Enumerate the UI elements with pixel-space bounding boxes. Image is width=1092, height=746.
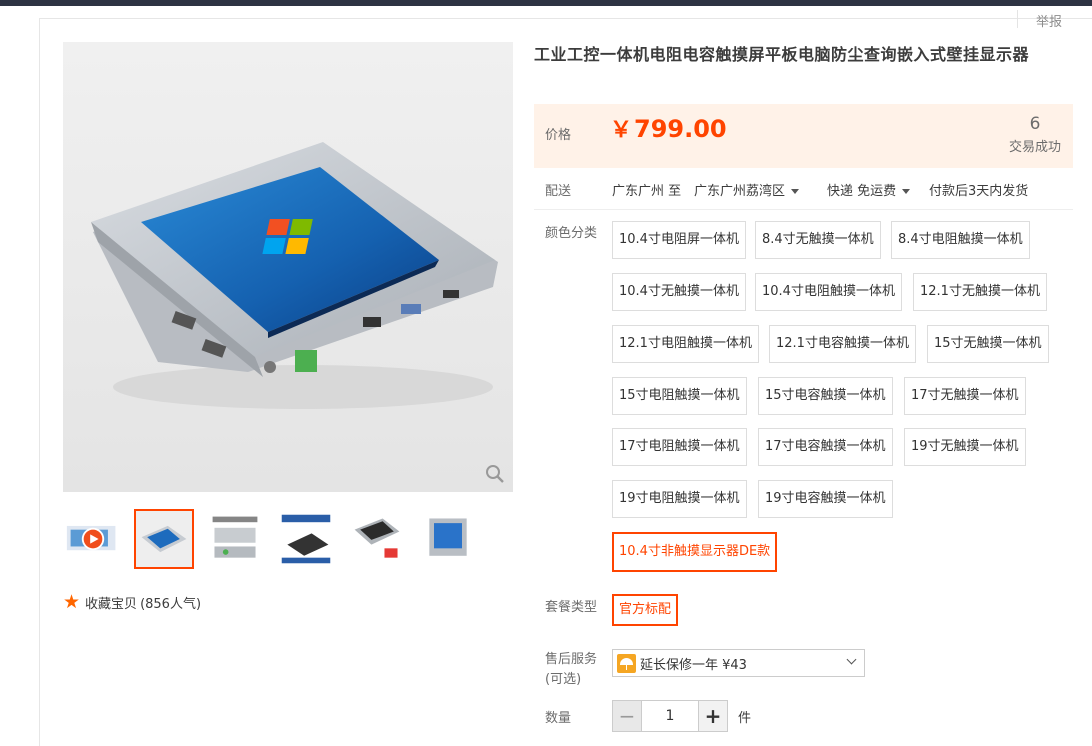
caret-down-icon — [791, 189, 800, 194]
color-option[interactable]: 19寸无触摸一体机 — [904, 428, 1026, 466]
video-thumbnail — [66, 525, 116, 551]
quantity-input[interactable]: 1 — [642, 700, 698, 732]
color-option[interactable]: 12.1寸电容触摸一体机 — [769, 325, 916, 363]
color-option[interactable]: 17寸无触摸一体机 — [904, 377, 1026, 415]
thumbnail-2[interactable] — [205, 509, 265, 569]
thumbnail-video[interactable] — [63, 509, 123, 569]
industrial-panel-pc-image — [63, 42, 513, 492]
ship-method-select[interactable]: 快递 免运费 — [827, 180, 911, 199]
price-label: 价格 — [545, 128, 572, 143]
color-label: 颜色分类 — [545, 226, 598, 241]
shipping-label: 配送 — [545, 184, 572, 199]
color-option[interactable]: 12.1寸无触摸一体机 — [913, 273, 1047, 311]
chevron-down-icon — [846, 654, 857, 665]
package-label: 套餐类型 — [545, 600, 598, 615]
ship-from: 广东广州 至 — [612, 184, 682, 199]
color-option[interactable]: 10.4寸电阻触摸一体机 — [755, 273, 902, 311]
ship-to: 广东广州荔湾区 — [694, 184, 786, 199]
warranty-select[interactable]: 延长保修一年 ¥43 — [612, 649, 865, 677]
umbrella-icon — [617, 653, 636, 673]
quantity-stepper: − 1 + 件 — [612, 700, 751, 732]
currency-symbol: ￥ — [610, 118, 633, 143]
quantity-label: 数量 — [545, 711, 572, 726]
thumbnail-5[interactable] — [418, 509, 478, 569]
thumbnail-4[interactable] — [347, 509, 407, 569]
color-option[interactable]: 15寸无触摸一体机 — [927, 325, 1049, 363]
color-option[interactable]: 19寸电容触摸一体机 — [758, 480, 893, 518]
deals-count[interactable]: 6 交易成功 — [1009, 114, 1061, 155]
divider — [1017, 10, 1018, 28]
deals-number: 6 — [1029, 114, 1041, 134]
color-option[interactable]: 8.4寸电阻触摸一体机 — [891, 221, 1030, 259]
deals-label: 交易成功 — [1008, 140, 1061, 155]
product-title: 工业工控一体机电阻电容触摸屏平板电脑防尘查询嵌入式壁挂显示器 — [534, 45, 1030, 64]
price-value: ￥799.00 — [610, 114, 727, 146]
ship-method: 快递 免运费 — [827, 184, 897, 199]
color-option[interactable]: 17寸电容触摸一体机 — [758, 428, 893, 466]
warranty-option: 延长保修一年 ¥43 — [640, 657, 747, 673]
package-option-selected[interactable]: 官方标配 — [612, 594, 679, 626]
shipping-row: 配送 广东广州 至 广东广州荔湾区 快递 免运费 付款后3天内发货 — [534, 172, 1073, 210]
thumbnail-3[interactable] — [276, 509, 336, 569]
thumbnail-1[interactable] — [134, 509, 194, 569]
color-option[interactable]: 17寸电阻触摸一体机 — [612, 428, 747, 466]
after-sales-label-line2: (可选) — [545, 672, 582, 687]
ship-to-select[interactable]: 广东广州荔湾区 — [694, 180, 800, 199]
report-link[interactable]: 举报 — [1036, 11, 1062, 30]
star-icon: ★ — [63, 591, 81, 613]
quantity-unit: 件 — [738, 710, 752, 726]
color-option-selected[interactable]: 10.4寸非触摸显示器DE款 — [612, 532, 778, 572]
after-sales-label: 售后服务 (可选) — [545, 650, 597, 690]
main-product-image[interactable] — [63, 42, 513, 492]
color-option[interactable]: 12.1寸电阻触摸一体机 — [612, 325, 759, 363]
zoom-icon[interactable] — [485, 464, 505, 484]
top-bar — [0, 0, 1092, 6]
after-sales-label-line1: 售后服务 — [545, 652, 598, 667]
increase-button[interactable]: + — [698, 700, 728, 732]
color-option[interactable]: 8.4寸无触摸一体机 — [755, 221, 881, 259]
color-option[interactable]: 10.4寸电阻屏一体机 — [612, 221, 746, 259]
favorite-label: 收藏宝贝 — [85, 597, 138, 612]
decrease-button[interactable]: − — [612, 700, 642, 732]
price-amount: 799.00 — [634, 115, 727, 143]
favorite-link[interactable]: ★ 收藏宝贝 (856人气) — [63, 591, 202, 613]
price-box: 价格 ￥799.00 6 交易成功 — [534, 104, 1073, 168]
color-option[interactable]: 10.4寸无触摸一体机 — [612, 273, 746, 311]
color-option[interactable]: 15寸电容触摸一体机 — [758, 377, 893, 415]
favorite-count: (856人气) — [140, 597, 202, 612]
thumbnail-strip — [63, 509, 483, 569]
ship-dispatch: 付款后3天内发货 — [929, 184, 1029, 199]
color-option[interactable]: 15寸电阻触摸一体机 — [612, 377, 747, 415]
caret-down-icon — [902, 189, 911, 194]
color-option[interactable]: 19寸电阻触摸一体机 — [612, 480, 747, 518]
